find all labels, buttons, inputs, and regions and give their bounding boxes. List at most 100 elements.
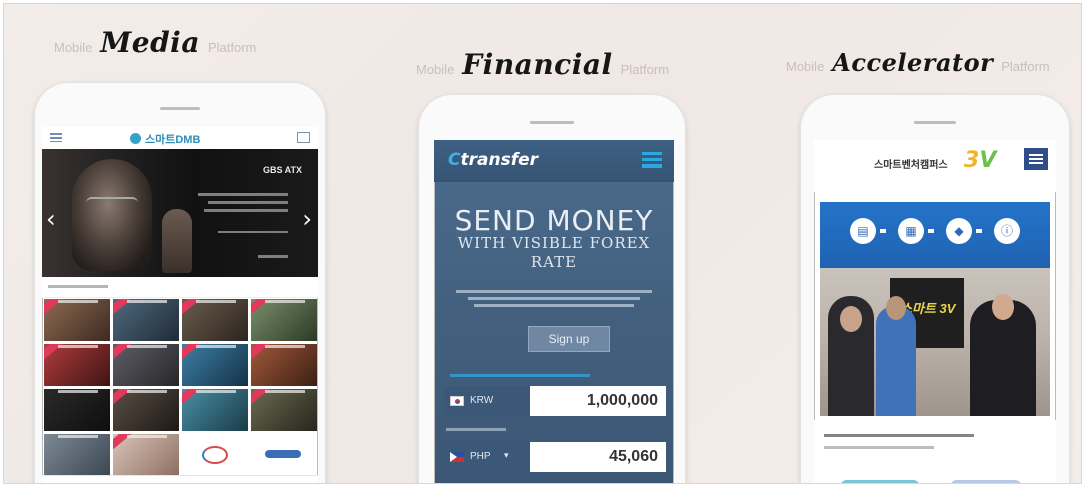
financial-navbar: Ctransfer <box>434 140 674 182</box>
send-amount-row[interactable]: KRW 1,000,000 <box>444 386 666 416</box>
banner-brand: GBS ATX <box>262 165 302 175</box>
phone-financial: Ctransfer SEND MONEY WITH VISIBLE FOREX … <box>418 94 686 483</box>
phone-accelerator: 스마트벤처캠퍼스 3V ▤ ▦ ◆ ⓘ 스마트 3V <box>800 94 1070 483</box>
menu-bar <box>1029 162 1043 164</box>
logo-mark-v: V <box>979 148 997 173</box>
video-thumbnail[interactable] <box>44 344 110 386</box>
accelerator-photo: 스마트 3V <box>820 268 1050 416</box>
thumb-label <box>265 390 305 393</box>
caption-suffix: Platform <box>207 40 257 55</box>
video-thumbnail[interactable] <box>182 389 248 431</box>
caption-media: Mobile Media Platform <box>54 26 256 59</box>
robot-icon[interactable]: ◆ <box>946 218 972 244</box>
transfer-logo-text: transfer <box>460 150 538 170</box>
signup-button[interactable]: Sign up <box>528 326 610 352</box>
video-thumbnail[interactable] <box>251 389 317 431</box>
document-icon[interactable]: ▤ <box>850 218 876 244</box>
receive-currency-selector[interactable]: PHP ▾ <box>444 442 530 472</box>
thumb-label <box>127 435 167 438</box>
video-thumbnail[interactable] <box>113 389 179 431</box>
banner-text-line <box>198 193 288 196</box>
logo-c-icon: C <box>448 150 461 170</box>
step-connector <box>928 229 934 233</box>
content-title-line <box>824 434 974 437</box>
showcase-frame: Mobile Media Platform Mobile Financial P… <box>3 3 1082 484</box>
phone-media: 스마트DMB GBS ATX ‹ › <box>34 82 326 483</box>
channel-logo-tile[interactable] <box>251 434 317 476</box>
apply-pill-button[interactable] <box>840 480 920 483</box>
video-thumbnail[interactable] <box>113 344 179 386</box>
receive-amount-row[interactable]: PHP ▾ 45,060 <box>444 442 666 472</box>
thumb-label <box>196 345 236 348</box>
step-connector <box>976 229 982 233</box>
video-thumbnail[interactable] <box>182 299 248 341</box>
thumb-label <box>265 345 305 348</box>
video-thumbnail[interactable] <box>182 344 248 386</box>
video-thumbnail[interactable] <box>113 299 179 341</box>
step-connector <box>880 229 886 233</box>
banner-text-line <box>218 231 288 233</box>
thumb-label <box>196 300 236 303</box>
caption-financial: Mobile Financial Platform <box>416 48 669 81</box>
video-thumbnail[interactable] <box>251 299 317 341</box>
thumb-label <box>265 300 305 303</box>
media-screen: 스마트DMB GBS ATX ‹ › <box>42 127 318 483</box>
caption-title: Media <box>100 26 200 59</box>
caption-suffix: Platform <box>1001 59 1050 74</box>
chevron-left-icon[interactable]: ‹ <box>46 205 56 233</box>
thumb-label <box>127 390 167 393</box>
video-thumbnail[interactable] <box>113 434 179 476</box>
hamburger-menu-icon[interactable] <box>1024 148 1048 170</box>
philippines-flag-icon <box>450 452 464 462</box>
media-banner[interactable]: GBS ATX ‹ › <box>42 149 318 277</box>
menu-bar <box>1029 154 1043 156</box>
caption-accelerator: Mobile Accelerator Platform <box>786 48 1050 77</box>
thumb-label <box>58 435 98 438</box>
video-thumbnail[interactable] <box>44 434 110 476</box>
phone-speaker <box>530 121 574 124</box>
caption-prefix: Mobile <box>416 62 455 77</box>
rate-note-line <box>450 374 590 377</box>
menu-icon[interactable] <box>50 133 62 142</box>
accelerator-logo[interactable]: 스마트벤처캠퍼스 <box>874 156 948 171</box>
accelerator-header: 스마트벤처캠퍼스 3V <box>814 140 1056 192</box>
person-head <box>886 296 906 320</box>
building-icon[interactable]: ▦ <box>898 218 924 244</box>
media-logo-text: 스마트DMB <box>145 134 201 146</box>
caption-suffix: Platform <box>620 62 670 77</box>
flag-triangle <box>450 452 457 462</box>
financial-screen: Ctransfer SEND MONEY WITH VISIBLE FOREX … <box>434 140 674 483</box>
grid-icon[interactable] <box>297 132 310 143</box>
caption-prefix: Mobile <box>786 59 825 74</box>
accelerator-content <box>814 420 1056 483</box>
banner-text-line <box>204 209 288 212</box>
media-logo[interactable]: 스마트DMB <box>130 131 200 147</box>
person-figure <box>876 306 916 416</box>
menu-bar <box>1029 158 1043 160</box>
media-topbar: 스마트DMB <box>42 127 318 150</box>
thumb-label <box>196 390 236 393</box>
banner-glasses <box>86 197 138 209</box>
accelerator-screen: 스마트벤처캠퍼스 3V ▤ ▦ ◆ ⓘ 스마트 3V <box>814 140 1056 483</box>
video-thumbnail[interactable] <box>251 344 317 386</box>
hero-subheadline: WITH VISIBLE FOREX RATE <box>457 234 651 271</box>
chevron-down-icon: ▾ <box>504 450 509 460</box>
video-thumbnail[interactable] <box>44 389 110 431</box>
chevron-right-icon[interactable]: › <box>302 205 312 233</box>
phone-speaker <box>160 107 200 110</box>
hero-headline: SEND MONEY <box>454 204 654 237</box>
receive-amount-field[interactable]: 45,060 <box>609 448 658 466</box>
transfer-logo[interactable]: Ctransfer <box>448 150 538 170</box>
info-pill-button[interactable] <box>950 480 1022 483</box>
video-thumbnail[interactable] <box>44 299 110 341</box>
caption-title: Accelerator <box>832 48 994 77</box>
info-icon[interactable]: ⓘ <box>994 218 1020 244</box>
send-amount-field[interactable]: 1,000,000 <box>587 392 658 410</box>
thumb-label <box>58 300 98 303</box>
hamburger-menu-icon[interactable] <box>642 152 662 168</box>
banner-text-line <box>208 201 288 204</box>
send-currency-selector[interactable]: KRW <box>444 386 530 416</box>
channel-logo-tile[interactable] <box>182 434 248 476</box>
korea-flag-icon <box>450 396 464 406</box>
logo-mark-icon <box>130 133 141 144</box>
